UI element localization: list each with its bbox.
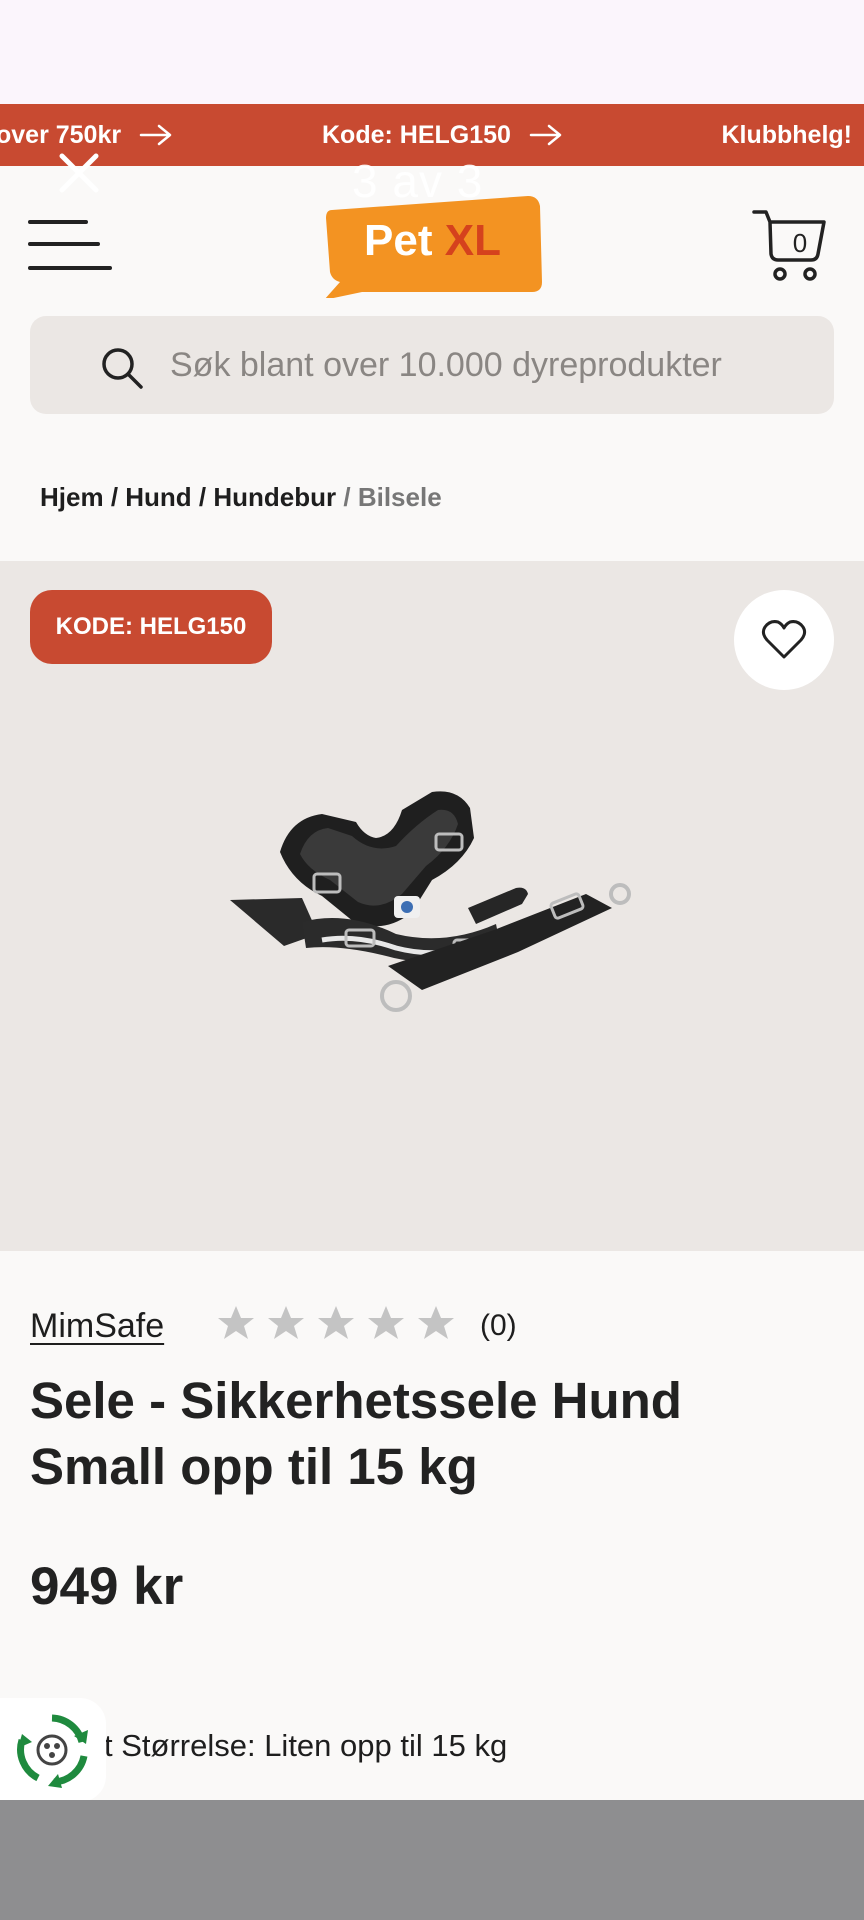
product-price: 949 kr [30, 1557, 184, 1616]
logo-text-pet: Pet [364, 216, 433, 265]
promo-text: Kode: HELG150 [322, 120, 511, 149]
rating-stars[interactable] [216, 1303, 456, 1343]
logo[interactable]: Pet XL [322, 194, 544, 298]
review-count[interactable]: (0) [480, 1309, 517, 1343]
brand-rating-row: MimSafe (0) [30, 1303, 830, 1353]
star-icon [218, 1306, 254, 1339]
star-icon [368, 1306, 404, 1339]
promo-text: Klubbhelg! [721, 120, 852, 149]
breadcrumb-item-hjem[interactable]: Hjem [40, 482, 104, 512]
logo-text: Pet XL [364, 216, 501, 266]
star-icon [318, 1306, 354, 1339]
search-bar[interactable] [30, 316, 834, 414]
star-icon [418, 1306, 454, 1339]
star-icon [268, 1306, 304, 1339]
promo-code-badge: KODE: HELG150 [30, 590, 272, 664]
logo-text-xl: XL [444, 216, 501, 265]
arrow-right-icon [139, 124, 172, 146]
product-gallery[interactable]: KODE: HELG150 [0, 561, 864, 1251]
search-input[interactable] [170, 342, 790, 388]
bottom-overlay [0, 1800, 864, 1920]
breadcrumb-separator: / [343, 482, 358, 512]
site-header: Pet XL 0 [0, 166, 864, 312]
brand-link[interactable]: MimSafe [30, 1307, 164, 1346]
status-area [0, 0, 864, 104]
product-title: Sele - Sikkerhetssele Hund Small opp til… [30, 1372, 682, 1495]
promo-text: over 750kr [0, 120, 122, 149]
recycle-badge[interactable] [0, 1698, 106, 1802]
heart-icon [761, 620, 807, 659]
arrow-right-icon [529, 124, 562, 146]
variant-selection-label[interactable]: t Størrelse: Liten opp til 15 kg [104, 1728, 507, 1764]
breadcrumb: Hjem / Hund / Hundebur / Bilsele [40, 482, 442, 513]
breadcrumb-current: Bilsele [357, 482, 442, 512]
product-image [230, 791, 631, 1012]
breadcrumb-separator: / [110, 482, 126, 512]
breadcrumb-item-hund[interactable]: Hund [125, 482, 191, 512]
recycle-icon [17, 1714, 88, 1788]
breadcrumb-item-hundebur[interactable]: Hundebur [213, 482, 336, 512]
wishlist-button[interactable] [734, 590, 834, 690]
cart-count: 0 [792, 228, 808, 258]
promo-item[interactable]: Klubbhelg! [721, 104, 852, 166]
search-icon [102, 348, 143, 389]
breadcrumb-separator: / [198, 482, 214, 512]
hamburger-icon[interactable] [28, 218, 112, 274]
